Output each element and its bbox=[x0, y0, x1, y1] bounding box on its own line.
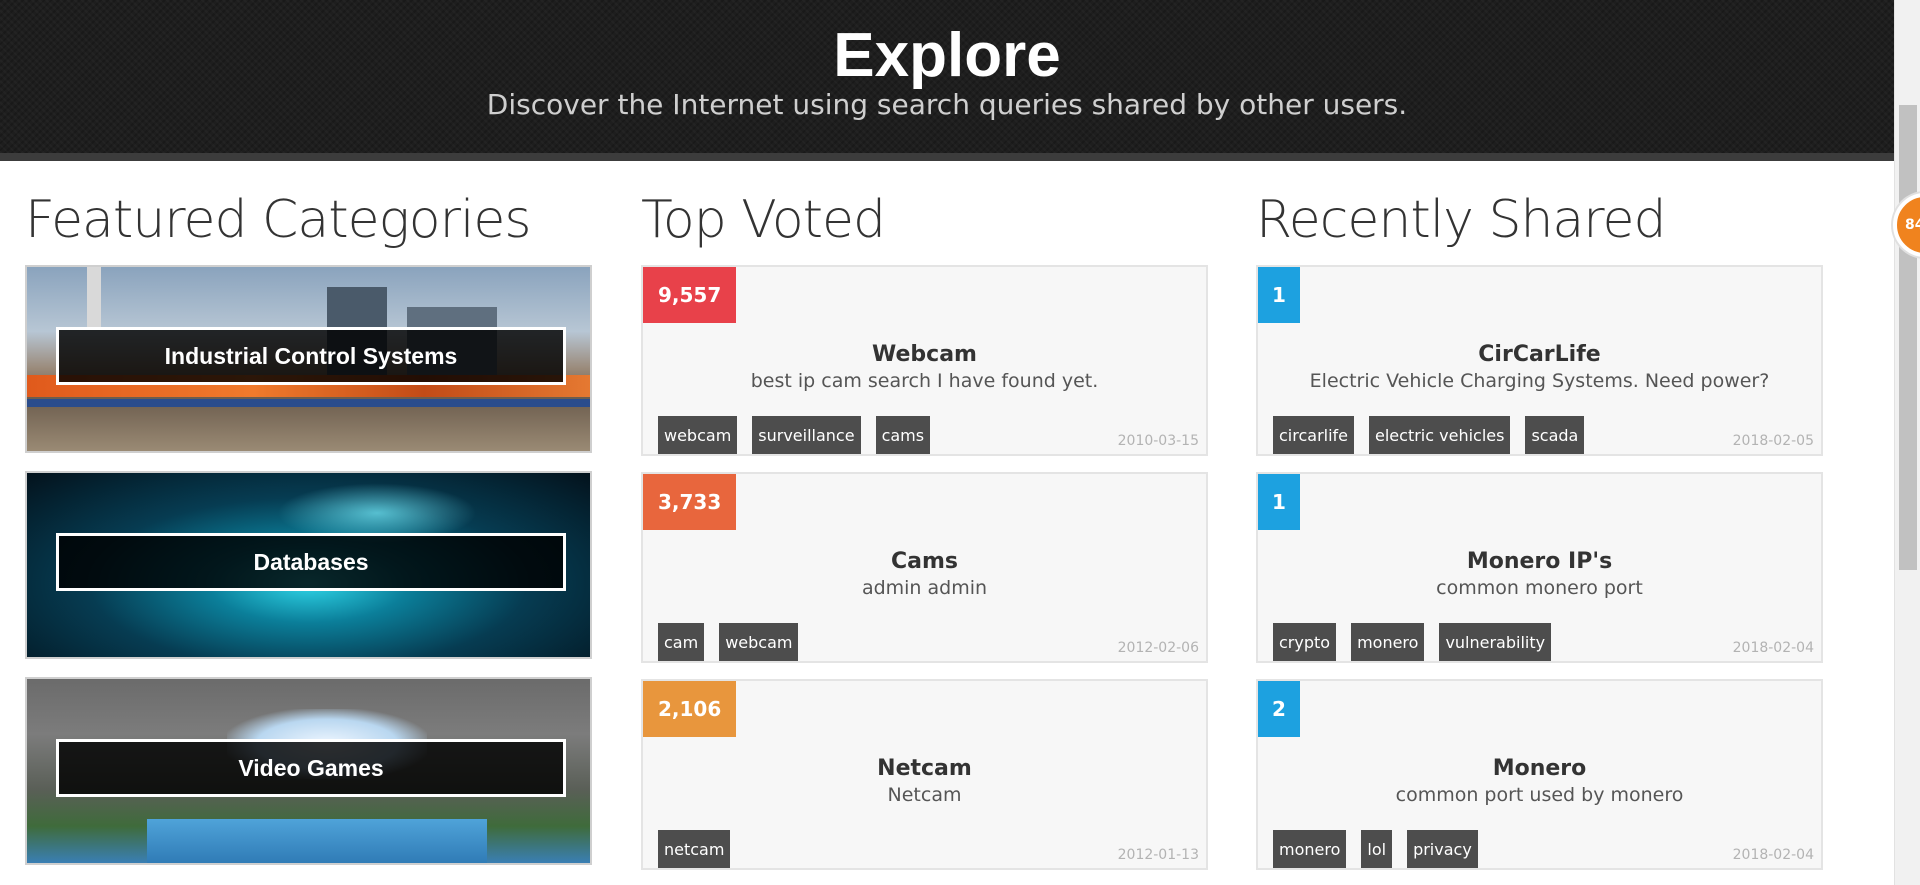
category-label: Databases bbox=[56, 533, 566, 591]
featured-categories-heading: Featured Categories bbox=[25, 190, 532, 250]
tag[interactable]: lol bbox=[1361, 830, 1393, 868]
tag[interactable]: electric vehicles bbox=[1369, 416, 1511, 454]
category-card-databases[interactable]: Databases bbox=[25, 471, 592, 659]
query-title[interactable]: Cams bbox=[643, 549, 1206, 574]
query-card-webcam[interactable]: 9,557 Webcam best ip cam search I have f… bbox=[641, 265, 1208, 456]
query-description: Electric Vehicle Charging Systems. Need … bbox=[1309, 370, 1770, 392]
query-date: 2018-02-04 bbox=[1732, 847, 1814, 863]
tag[interactable]: monero bbox=[1273, 830, 1347, 868]
tag-list: webcam surveillance cams bbox=[658, 416, 931, 454]
query-card-cams[interactable]: 3,733 Cams admin admin cam webcam 2012-0… bbox=[641, 472, 1208, 663]
tag[interactable]: netcam bbox=[658, 830, 731, 868]
query-date: 2012-02-06 bbox=[1117, 640, 1199, 656]
query-date: 2012-01-13 bbox=[1117, 847, 1199, 863]
tag[interactable]: monero bbox=[1351, 623, 1425, 661]
query-title[interactable]: Monero bbox=[1258, 756, 1821, 781]
top-voted-heading: Top Voted bbox=[641, 190, 886, 250]
tag-list: cam webcam bbox=[658, 623, 799, 661]
query-title[interactable]: Netcam bbox=[643, 756, 1206, 781]
query-card-circarlife[interactable]: 1 CirCarLife Electric Vehicle Charging S… bbox=[1256, 265, 1823, 456]
tag[interactable]: circarlife bbox=[1273, 416, 1355, 454]
query-title[interactable]: Monero IP's bbox=[1258, 549, 1821, 574]
tag[interactable]: webcam bbox=[719, 623, 799, 661]
tag-list: crypto monero vulnerability bbox=[1273, 623, 1552, 661]
query-description: best ip cam search I have found yet. bbox=[750, 370, 1099, 392]
query-date: 2018-02-05 bbox=[1732, 433, 1814, 449]
page-scrollbar[interactable] bbox=[1894, 0, 1920, 885]
category-label: Video Games bbox=[56, 739, 566, 797]
tag[interactable]: scada bbox=[1525, 416, 1585, 454]
vote-count-badge: 1 bbox=[1258, 267, 1300, 323]
query-card-netcam[interactable]: 2,106 Netcam Netcam netcam 2012-01-13 bbox=[641, 679, 1208, 870]
tag-list: monero lol privacy bbox=[1273, 830, 1478, 868]
query-description: common port used by monero bbox=[1395, 784, 1684, 806]
vote-count-badge: 1 bbox=[1258, 474, 1300, 530]
query-title[interactable]: CirCarLife bbox=[1258, 342, 1821, 367]
query-date: 2010-03-15 bbox=[1117, 433, 1199, 449]
query-description: common monero port bbox=[1436, 577, 1643, 599]
page-subtitle: Discover the Internet using search queri… bbox=[486, 88, 1408, 121]
tag[interactable]: cams bbox=[875, 416, 931, 454]
explore-hero: Explore Discover the Internet using sear… bbox=[0, 0, 1894, 161]
vote-count-badge: 9,557 bbox=[643, 267, 737, 323]
tag[interactable]: webcam bbox=[658, 416, 738, 454]
query-description: admin admin bbox=[861, 577, 988, 599]
category-card-video-games[interactable]: Video Games bbox=[25, 677, 592, 865]
page-title: Explore bbox=[833, 21, 1061, 90]
tag[interactable]: cam bbox=[658, 623, 705, 661]
vote-count-badge: 3,733 bbox=[643, 474, 737, 530]
query-title[interactable]: Webcam bbox=[643, 342, 1206, 367]
query-date: 2018-02-04 bbox=[1732, 640, 1814, 656]
category-label: Industrial Control Systems bbox=[56, 327, 566, 385]
tag[interactable]: privacy bbox=[1407, 830, 1478, 868]
tag-list: netcam bbox=[658, 830, 731, 868]
query-description: Netcam bbox=[887, 784, 962, 806]
scrollbar-thumb[interactable] bbox=[1899, 105, 1917, 570]
tag-list: circarlife electric vehicles scada bbox=[1273, 416, 1585, 454]
category-card-industrial-control-systems[interactable]: Industrial Control Systems bbox=[25, 265, 592, 453]
query-card-monero-ips[interactable]: 1 Monero IP's common monero port crypto … bbox=[1256, 472, 1823, 663]
vote-count-badge: 2,106 bbox=[643, 681, 737, 737]
query-card-monero[interactable]: 2 Monero common port used by monero mone… bbox=[1256, 679, 1823, 870]
recently-shared-heading: Recently Shared bbox=[1256, 190, 1667, 250]
vote-count-badge: 2 bbox=[1258, 681, 1300, 737]
tag[interactable]: crypto bbox=[1273, 623, 1337, 661]
tag[interactable]: surveillance bbox=[752, 416, 861, 454]
tag[interactable]: vulnerability bbox=[1439, 623, 1552, 661]
